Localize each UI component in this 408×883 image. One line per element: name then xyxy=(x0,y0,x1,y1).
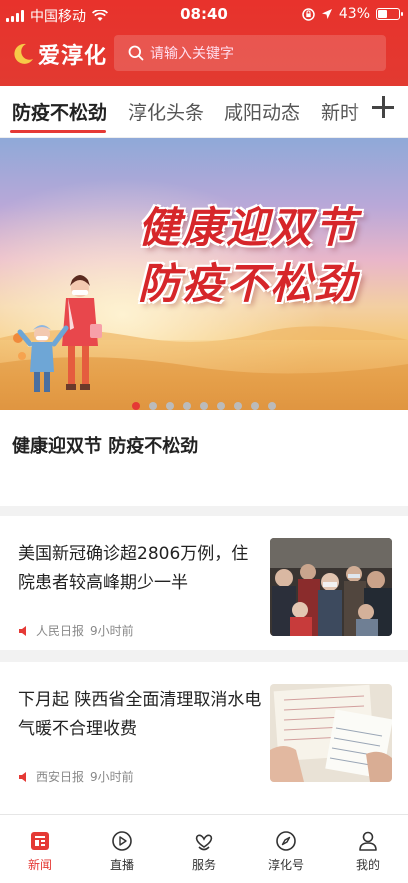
play-icon xyxy=(112,831,132,851)
news-meta: 西安日报 9小时前 xyxy=(18,768,134,785)
carousel-dot[interactable] xyxy=(149,402,157,410)
battery-percent: 43% xyxy=(338,6,370,22)
active-tab-indicator xyxy=(10,130,106,133)
carousel-dot[interactable] xyxy=(183,402,191,410)
news-source: 人民日报 xyxy=(36,624,85,638)
category-tabs: 防疫不松劲 淳化头条 咸阳动态 新时 xyxy=(0,86,408,138)
nav-label: 新闻 xyxy=(27,858,52,872)
carousel-dot[interactable] xyxy=(217,402,225,410)
search-placeholder: 请输入关键字 xyxy=(150,46,234,62)
tab-fangyi[interactable]: 防疫不松劲 xyxy=(12,98,107,125)
carousel-pagination xyxy=(0,402,408,412)
user-icon xyxy=(359,831,377,851)
compass-icon xyxy=(276,831,296,851)
banner-headline-line2: 防疫不松劲 xyxy=(138,259,359,308)
bottom-tab-bar: 新闻 直播 服务 淳化号 我的 xyxy=(0,814,408,883)
carousel-dot[interactable] xyxy=(234,402,242,410)
news-item[interactable]: 美国新冠确诊超2806万例，住院患者较高峰期少一半 人民日报 9小时前 xyxy=(0,516,408,650)
app-logo[interactable]: 爱淳化 xyxy=(10,38,107,70)
news-time: 9小时前 xyxy=(90,624,134,638)
news-thumbnail[interactable] xyxy=(270,684,392,782)
carousel-dot[interactable] xyxy=(268,402,276,410)
news-thumbnail[interactable] xyxy=(270,538,392,636)
news-meta: 人民日报 9小时前 xyxy=(18,622,134,639)
carousel-dot[interactable] xyxy=(200,402,208,410)
status-bar: 中国移动 08:40 43% xyxy=(0,0,408,30)
location-arrow-icon xyxy=(321,9,332,19)
nav-service[interactable]: 服务 xyxy=(174,829,234,873)
nav-label: 直播 xyxy=(109,858,134,872)
logo-text: 爱淳化 xyxy=(38,43,108,69)
nav-live[interactable]: 直播 xyxy=(92,829,152,873)
add-channel-icon[interactable] xyxy=(372,96,394,118)
lock-rotation-icon xyxy=(302,7,315,21)
nav-mine[interactable]: 我的 xyxy=(338,829,398,873)
banner-headline: 健康迎双节 防疫不松劲 xyxy=(138,200,378,312)
section-divider xyxy=(0,650,408,662)
speaker-icon xyxy=(19,625,26,636)
carousel-banner[interactable]: 健康迎双节 防疫不松劲 xyxy=(0,138,408,410)
nav-chunhua-hao[interactable]: 淳化号 xyxy=(256,829,316,873)
section-divider xyxy=(0,506,408,516)
battery-icon xyxy=(376,8,403,20)
search-bar[interactable]: 请输入关键字 xyxy=(114,35,386,71)
news-source: 西安日报 xyxy=(36,770,85,784)
crescent-moon-icon xyxy=(14,43,33,64)
carousel-dot[interactable] xyxy=(166,402,174,410)
carousel-dot[interactable] xyxy=(251,402,259,410)
tab-chunhua-toutiao[interactable]: 淳化头条 xyxy=(128,98,204,125)
search-icon xyxy=(128,45,144,61)
nav-label: 淳化号 xyxy=(267,858,304,872)
service-icon xyxy=(195,834,213,851)
nav-news[interactable]: 新闻 xyxy=(10,829,70,873)
news-time: 9小时前 xyxy=(90,770,134,784)
tab-xianyang-dongtai[interactable]: 咸阳动态 xyxy=(224,98,300,125)
mother-child-illustration xyxy=(13,275,102,392)
banner-caption[interactable]: 健康迎双节 防疫不松劲 xyxy=(12,432,198,458)
nav-label: 服务 xyxy=(191,858,216,872)
crowd-photo xyxy=(270,538,392,636)
news-title[interactable]: 下月起 陕西省全面清理取消水电气暖不合理收费 xyxy=(18,686,263,744)
carousel-dot[interactable] xyxy=(132,402,140,410)
nav-label: 我的 xyxy=(355,858,380,872)
app-header: 中国移动 08:40 43% 爱淳化 请输入关键字 xyxy=(0,0,408,86)
news-icon xyxy=(31,832,49,850)
news-title[interactable]: 美国新冠确诊超2806万例，住院患者较高峰期少一半 xyxy=(18,540,263,598)
banner-headline-line1: 健康迎双节 xyxy=(138,203,359,252)
receipt-photo xyxy=(270,684,392,782)
news-item[interactable]: 下月起 陕西省全面清理取消水电气暖不合理收费 西安日报 9小时前 xyxy=(0,662,408,802)
speaker-icon xyxy=(19,771,26,782)
